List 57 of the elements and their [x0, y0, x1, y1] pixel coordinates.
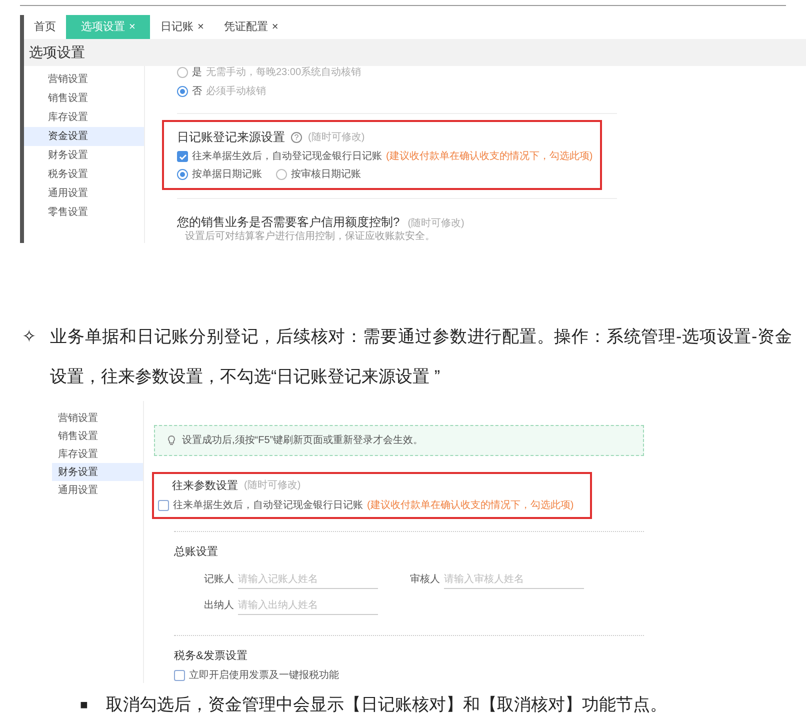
input-field[interactable]: 请输入审核人姓名 — [444, 570, 584, 588]
radio-button[interactable] — [177, 67, 188, 78]
sidebar-item[interactable]: 财务设置 — [52, 463, 143, 481]
radio-button[interactable] — [177, 86, 188, 97]
radio-label: 按审核日期记账 — [291, 168, 361, 182]
panel-title: 选项设置 — [29, 42, 85, 62]
sidebar-item[interactable]: 零售设置 — [24, 203, 144, 222]
section-title: 您的销售业务是否需要客户信用额度控制? — [177, 214, 400, 230]
advice-text: (建议收付款单在确认收支的情况下，勾选此项) — [386, 150, 593, 164]
section-note: (随时可修改) — [408, 216, 464, 230]
field-label: 记账人 — [204, 572, 234, 587]
checkbox[interactable] — [177, 151, 188, 162]
tab[interactable]: 凭证配置 × — [214, 15, 288, 39]
section-title: 往来参数设置 — [172, 478, 238, 494]
sidebar-item[interactable]: 财务设置 — [24, 146, 144, 165]
help-icon[interactable]: ? — [291, 132, 302, 142]
sidebar-item[interactable]: 库存设置 — [52, 445, 143, 463]
sidebar-item[interactable]: 库存设置 — [24, 108, 144, 127]
checkbox[interactable] — [174, 670, 185, 681]
section-title: 税务&发票设置 — [174, 648, 248, 664]
sidebar-item[interactable]: 销售设置 — [52, 427, 143, 445]
field-label: 出纳人 — [204, 598, 234, 613]
input-field[interactable]: 请输入记账人姓名 — [238, 570, 378, 588]
sidebar-item[interactable]: 营销设置 — [52, 409, 143, 427]
bullet-icon: ✧ — [22, 317, 36, 397]
tab[interactable]: 首页 — [24, 15, 66, 39]
option-hint: 必须手动核销 — [206, 84, 266, 99]
radio-button[interactable] — [276, 169, 287, 180]
radio-button[interactable] — [177, 169, 188, 180]
checkbox[interactable] — [158, 500, 169, 511]
radio-label: 按单据日期记账 — [192, 168, 262, 182]
paragraph: 业务单据和日记账分别登记，后续核对：需要通过参数进行配置。操作：系统管理-选项设置-资金设置，往来参数设置，不勾选“日记账登记来源设置 ” — [50, 326, 792, 388]
section-title: 日记账登记来源设置 — [177, 129, 285, 146]
sidebar-item[interactable]: 营销设置 — [24, 70, 144, 89]
sidebar-item[interactable]: 销售设置 — [24, 89, 144, 108]
notice-text: 设置成功后,须按“F5”键刷新页面或重新登录才会生效。 — [182, 434, 424, 448]
advice-text: (建议收付款单在确认收支的情况下，勾选此项) — [367, 498, 574, 513]
sidebar-item[interactable]: 通用设置 — [24, 184, 144, 203]
checkbox-label: 立即开启使用发票及一键报税功能 — [189, 668, 339, 683]
input-field[interactable]: 请输入出纳人姓名 — [238, 596, 378, 614]
option-label: 是 — [192, 66, 202, 80]
field-label: 审核人 — [410, 572, 440, 587]
checkbox-label: 往来单据生效后，自动登记现金银行日记账 — [173, 498, 363, 513]
paragraph: 取消勾选后，资金管理中会显示【日记账核对】和【取消核对】功能节点。 — [106, 694, 667, 716]
option-label: 否 — [192, 85, 202, 99]
lightbulb-icon — [167, 434, 176, 446]
section-title: 总账设置 — [174, 545, 219, 560]
checkbox-label: 往来单据生效后，自动登记现金银行日记账 — [192, 150, 382, 164]
sidebar-item[interactable]: 资金设置 — [24, 127, 144, 146]
sidebar-item[interactable]: 税务设置 — [24, 165, 144, 184]
section-note: (随时可修改) — [244, 478, 301, 494]
option-hint: 无需手动，每晚23:00系统自动核销 — [206, 66, 362, 80]
tab[interactable]: 日记账 × — [150, 15, 214, 39]
bullet-icon: ■ — [80, 695, 88, 715]
sidebar-item[interactable]: 通用设置 — [52, 481, 143, 499]
section-description: 设置后可对结算客户进行信用控制，保证应收账款安全。 — [185, 231, 436, 243]
section-note: (随时可修改) — [308, 130, 365, 144]
